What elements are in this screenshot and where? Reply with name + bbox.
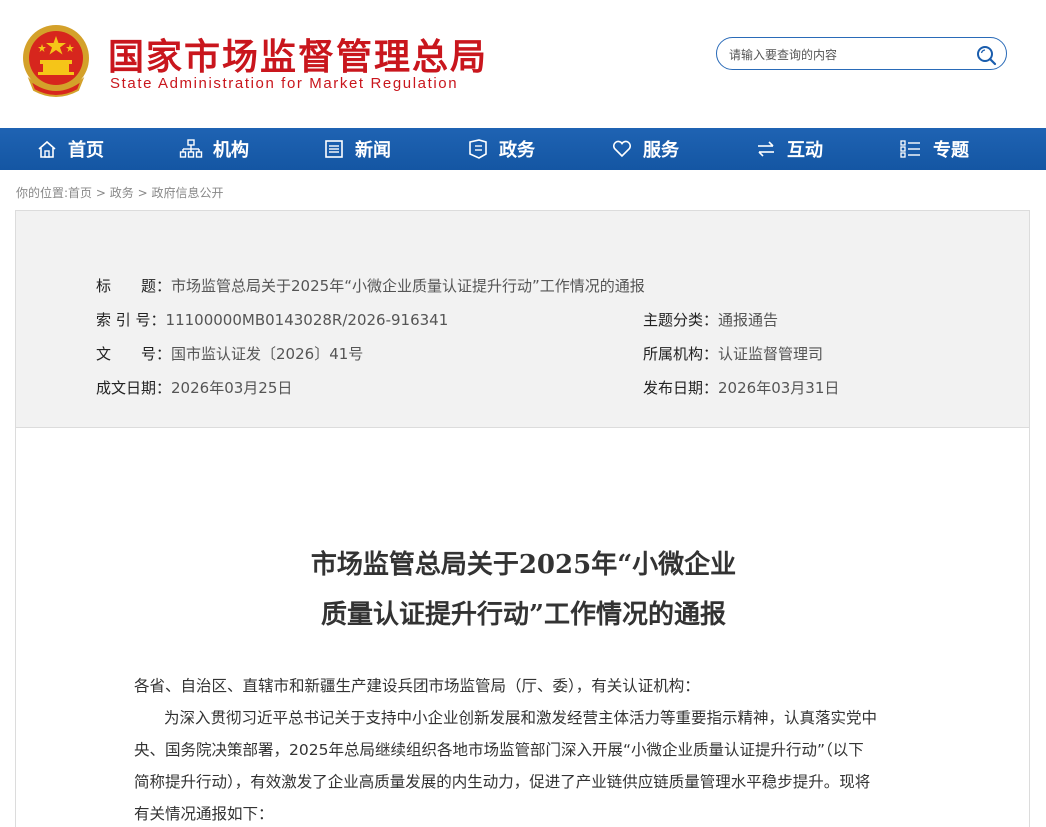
flag-icon <box>469 139 487 159</box>
meta-docno-row: 文 号：国市监认证发〔2026〕41号 <box>96 343 363 364</box>
nav-item-org[interactable]: 机构 <box>179 128 249 170</box>
meta-published-label: 发布日期： <box>643 379 719 397</box>
meta-org-label: 所属机构： <box>643 345 719 363</box>
meta-index-label: 索 引 号： <box>96 311 166 329</box>
exchange-icon <box>758 141 774 157</box>
nav-label: 专题 <box>933 140 969 161</box>
home-icon <box>38 140 56 158</box>
document-metadata-box: 标 题：市场监管总局关于2025年“小微企业质量认证提升行动”工作情况的通报 索… <box>15 210 1030 428</box>
meta-topic-row: 主题分类：通报通告 <box>643 309 778 330</box>
site-header: 国家市场监督管理总局 State Administration for Mark… <box>0 0 1046 128</box>
meta-topic-value: 通报通告 <box>718 311 779 329</box>
breadcrumb-home-link[interactable]: 首页 <box>68 186 92 200</box>
document-paragraph-line: 简称提升行动），有效激发了企业高质量发展的内生动力，促进了产业链供应链质量管理水… <box>134 773 871 791</box>
breadcrumb-government-link[interactable]: 政务 <box>110 186 134 200</box>
search-icon[interactable] <box>975 44 997 66</box>
nav-item-service[interactable]: 服务 <box>611 128 679 170</box>
nav-label: 服务 <box>643 140 679 161</box>
document-title-line-2: 质量认证提升行动”工作情况的通报 <box>321 600 726 630</box>
meta-created-label: 成文日期： <box>96 379 172 397</box>
meta-org-row: 所属机构：认证监督管理司 <box>643 343 823 364</box>
breadcrumb: 你的位置:首页 > 政务 > 政府信息公开 <box>16 184 223 201</box>
nav-label: 首页 <box>68 140 104 161</box>
meta-published-row: 发布日期：2026年03月31日 <box>643 377 839 398</box>
site-subtitle: State Administration for Market Regulati… <box>110 75 459 92</box>
meta-docno-value: 国市监认证发〔2026〕41号 <box>171 345 364 363</box>
meta-index-row: 索 引 号：11100000MB0143028R/2026-916341 <box>96 309 448 330</box>
nav-label: 政务 <box>499 140 535 161</box>
meta-title-value: 市场监管总局关于2025年“小微企业质量认证提升行动”工作情况的通报 <box>171 277 645 295</box>
nav-item-home[interactable]: 首页 <box>36 128 104 170</box>
breadcrumb-separator: > <box>133 186 152 200</box>
document-paragraph-line: 有关情况通报如下： <box>134 805 274 823</box>
meta-index-value: 11100000MB0143028R/2026-916341 <box>165 311 449 329</box>
org-chart-icon <box>179 139 203 158</box>
document-paragraph-line: 央、国务院决策部署，2025年总局继续组织各地市场监管部门深入开展“小微企业质量… <box>134 741 864 759</box>
meta-created-value: 2026年03月25日 <box>171 379 293 397</box>
nav-item-news[interactable]: 新闻 <box>323 128 391 170</box>
breadcrumb-info-disclosure-link[interactable]: 政府信息公开 <box>151 186 223 200</box>
national-emblem-icon[interactable] <box>20 22 92 98</box>
news-icon <box>325 140 343 158</box>
main-nav: 首页 机构 新闻 政务 服务 互动 专题 <box>0 128 1046 170</box>
nav-label: 机构 <box>213 140 249 161</box>
breadcrumb-separator: > <box>92 186 110 200</box>
meta-topic-label: 主题分类： <box>643 311 719 329</box>
site-title: 国家市场监督管理总局 <box>108 37 489 78</box>
breadcrumb-prefix: 你的位置: <box>16 186 69 200</box>
search-box <box>716 37 1007 70</box>
heart-icon <box>612 140 632 158</box>
meta-org-value: 认证监督管理司 <box>718 345 824 363</box>
document-paragraph-line: 为深入贯彻习近平总书记关于支持中小企业创新发展和激发经营主体活力等重要指示精神，… <box>164 709 878 727</box>
meta-published-value: 2026年03月31日 <box>718 379 840 397</box>
meta-created-row: 成文日期：2026年03月25日 <box>96 377 292 398</box>
search-input[interactable] <box>727 43 971 66</box>
nav-item-topics[interactable]: 专题 <box>899 128 969 170</box>
nav-label: 互动 <box>787 140 823 161</box>
nav-item-interact[interactable]: 互动 <box>755 128 823 170</box>
list-icon <box>900 140 920 158</box>
document-salutation: 各省、自治区、直辖市和新疆生产建设兵团市场监管局（厅、委），有关认证机构： <box>134 677 700 695</box>
nav-label: 新闻 <box>355 140 391 161</box>
meta-title-row: 标 题：市场监管总局关于2025年“小微企业质量认证提升行动”工作情况的通报 <box>96 275 645 296</box>
meta-docno-label: 文 号： <box>96 345 172 363</box>
meta-title-label: 标 题： <box>96 277 172 295</box>
nav-item-government[interactable]: 政务 <box>467 128 535 170</box>
document-content: 市场监管总局关于2025年“小微企业 质量认证提升行动”工作情况的通报 各省、自… <box>15 428 1030 827</box>
document-title-line-1: 市场监管总局关于2025年“小微企业 <box>310 550 737 580</box>
